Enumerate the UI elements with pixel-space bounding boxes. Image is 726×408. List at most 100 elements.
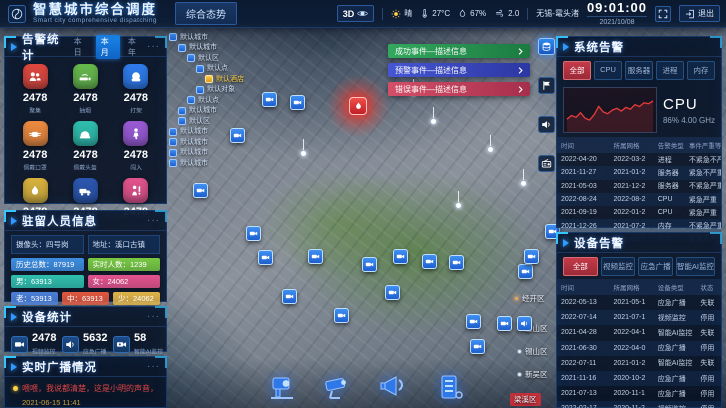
- alarm-stat-tile: 2478聚集: [11, 62, 59, 117]
- server-button[interactable]: [430, 370, 468, 404]
- table-row[interactable]: 2022-04-202022-03-2进程不紧急不严重: [557, 153, 721, 166]
- map-tree-item[interactable]: 默认城市: [169, 33, 244, 41]
- camera-marker[interactable]: [258, 250, 273, 265]
- district-label[interactable]: 梁溪区: [510, 393, 541, 406]
- camera-name-box: 摄像头：四号岗: [11, 235, 84, 254]
- fist-icon: [123, 64, 148, 89]
- system-alarm-tab-0[interactable]: 全部: [563, 61, 591, 80]
- map-tree-item[interactable]: 默认城市: [169, 149, 244, 157]
- camera-marker[interactable]: [308, 249, 323, 264]
- camera-marker[interactable]: [422, 254, 437, 269]
- table-row[interactable]: 2022-02-172020-11-2视频监控停用: [557, 401, 721, 408]
- poi-marker[interactable]: [487, 146, 494, 153]
- megaphone-button[interactable]: [374, 370, 412, 404]
- map-tree-item[interactable]: 默认城市: [178, 44, 244, 52]
- district-label[interactable]: 锡山区: [517, 346, 548, 357]
- alarm-stats-tab-0[interactable]: 本日: [69, 35, 93, 59]
- table-row[interactable]: 2022-05-132021-05-1应急广播失联: [557, 295, 721, 310]
- camera-marker[interactable]: [518, 264, 533, 279]
- alarm-stats-more-button[interactable]: ···: [147, 41, 160, 52]
- table-row[interactable]: 2022-07-142021-07-1视频监控停用: [557, 310, 721, 325]
- tree-node-label: 默认点: [198, 97, 219, 104]
- district-name: 经开区: [522, 293, 545, 304]
- personnel-more-button[interactable]: ···: [147, 215, 160, 226]
- alarm-stat-value: 2478: [11, 92, 59, 104]
- poi-marker[interactable]: [520, 180, 527, 187]
- panel-arrow-icon: [11, 217, 17, 225]
- alarm-stats-tab-2[interactable]: 本年: [123, 35, 147, 59]
- table-cell: 2022-08-2: [609, 193, 653, 206]
- table-row[interactable]: 2021-07-132020-11-1应急广播停用: [557, 386, 721, 401]
- system-alarm-tab-3[interactable]: 进程: [656, 61, 684, 80]
- broadcast-more-button[interactable]: ···: [147, 361, 160, 372]
- camera-marker[interactable]: [230, 128, 245, 143]
- poi-marker[interactable]: [455, 202, 462, 209]
- device-alarm-tab-3[interactable]: 智能AI监控: [676, 257, 715, 276]
- table-row[interactable]: 2021-12-262021-07-2内存不紧急严重: [557, 219, 721, 232]
- map-layer-tree: 默认城市默认城市默认区默认点默认酒店默认对象默认点默认城市默认区默认城市默认城市…: [169, 33, 244, 170]
- device-stats-more-button[interactable]: ···: [147, 311, 160, 322]
- alarm-stat-label: 佩戴口罩: [13, 163, 56, 172]
- camera-marker[interactable]: [334, 308, 349, 323]
- system-alarm-tab-1[interactable]: CPU: [594, 61, 622, 80]
- device-alarm-tab-0[interactable]: 全部: [563, 257, 598, 276]
- event-toast-error[interactable]: 错误事件—描述信息: [388, 82, 530, 96]
- map-tree-item[interactable]: 默认点: [196, 65, 244, 73]
- event-toast-success[interactable]: 成功事件—描述信息: [388, 44, 530, 58]
- tree-node-label: 默认区: [189, 118, 210, 125]
- district-label[interactable]: 新吴区: [517, 369, 548, 380]
- table-row[interactable]: 2021-06-302022-04-0应急广播停用: [557, 341, 721, 356]
- flag-toggle-button[interactable]: [538, 77, 555, 94]
- tab-overview[interactable]: 综合态势: [175, 2, 237, 25]
- table-row[interactable]: 2021-09-192022-01-2CPU紧急严重: [557, 206, 721, 219]
- camera-marker[interactable]: [393, 249, 408, 264]
- poi-marker[interactable]: [300, 150, 307, 157]
- device-alarm-tab-1[interactable]: 视频监控: [601, 257, 636, 276]
- cctv-camera-button[interactable]: [318, 370, 356, 404]
- map-tree-item[interactable]: 默认对象: [196, 86, 244, 94]
- alarm-stats-tab-1[interactable]: 本月: [96, 35, 120, 59]
- personnel-bar: 女：24062: [88, 275, 161, 288]
- table-row[interactable]: 2021-11-272021-01-2服务器紧急不严重: [557, 166, 721, 179]
- map-tree-item[interactable]: 默认区: [187, 54, 244, 62]
- system-alarm-tab-4[interactable]: 内存: [687, 61, 715, 80]
- fullscreen-button[interactable]: [655, 6, 671, 22]
- device-alarm-tab-2[interactable]: 应急广播: [638, 257, 673, 276]
- camera-marker[interactable]: [524, 249, 539, 264]
- map-tree-item[interactable]: 默认点: [187, 96, 244, 104]
- map-tree-item[interactable]: 默认城市: [169, 159, 244, 167]
- camera-marker[interactable]: [362, 257, 377, 272]
- map-tree-item[interactable]: 默认城市: [178, 107, 244, 115]
- 3d-mode-toggle[interactable]: 3D: [337, 5, 375, 22]
- camera-marker[interactable]: [246, 226, 261, 241]
- map-tree-item[interactable]: 默认酒店: [205, 75, 244, 83]
- table-row[interactable]: 2021-05-032021-12-2服务器不紧急严重: [557, 180, 721, 193]
- table-row[interactable]: 2021-11-162020-10-2应急广播停用: [557, 371, 721, 386]
- layers-toggle-button[interactable]: [538, 38, 555, 55]
- speaker-marker[interactable]: [517, 316, 532, 331]
- alert-marker[interactable]: [349, 97, 367, 115]
- camera-marker[interactable]: [193, 183, 208, 198]
- cigarette-icon: [73, 64, 98, 89]
- camera-marker[interactable]: [449, 255, 464, 270]
- camera-marker[interactable]: [385, 285, 400, 300]
- ptz-camera-button[interactable]: [262, 370, 300, 404]
- radio-toggle-button[interactable]: [538, 155, 555, 172]
- table-row[interactable]: 2022-08-242022-08-2CPU紧急严重: [557, 193, 721, 206]
- system-alarm-tab-2[interactable]: 服务器: [625, 61, 653, 80]
- camera-marker[interactable]: [282, 289, 297, 304]
- map-tree-item[interactable]: 默认区: [178, 117, 244, 125]
- camera-marker[interactable]: [470, 339, 485, 354]
- district-label[interactable]: 经开区: [514, 293, 545, 304]
- camera-marker[interactable]: [497, 316, 512, 331]
- speaker-toggle-button[interactable]: [538, 116, 555, 133]
- table-row[interactable]: 2021-04-282022-04-1智能AI监控失联: [557, 325, 721, 340]
- event-toast-warning[interactable]: 预警事件—描述信息: [388, 63, 530, 77]
- poi-marker[interactable]: [430, 118, 437, 125]
- camera-marker[interactable]: [290, 95, 305, 110]
- table-row[interactable]: 2022-07-112021-01-2智能AI监控失联: [557, 356, 721, 371]
- tree-node-label: 默认城市: [180, 160, 208, 167]
- camera-marker[interactable]: [466, 314, 481, 329]
- logout-button[interactable]: 退出: [679, 5, 720, 22]
- camera-marker[interactable]: [262, 92, 277, 107]
